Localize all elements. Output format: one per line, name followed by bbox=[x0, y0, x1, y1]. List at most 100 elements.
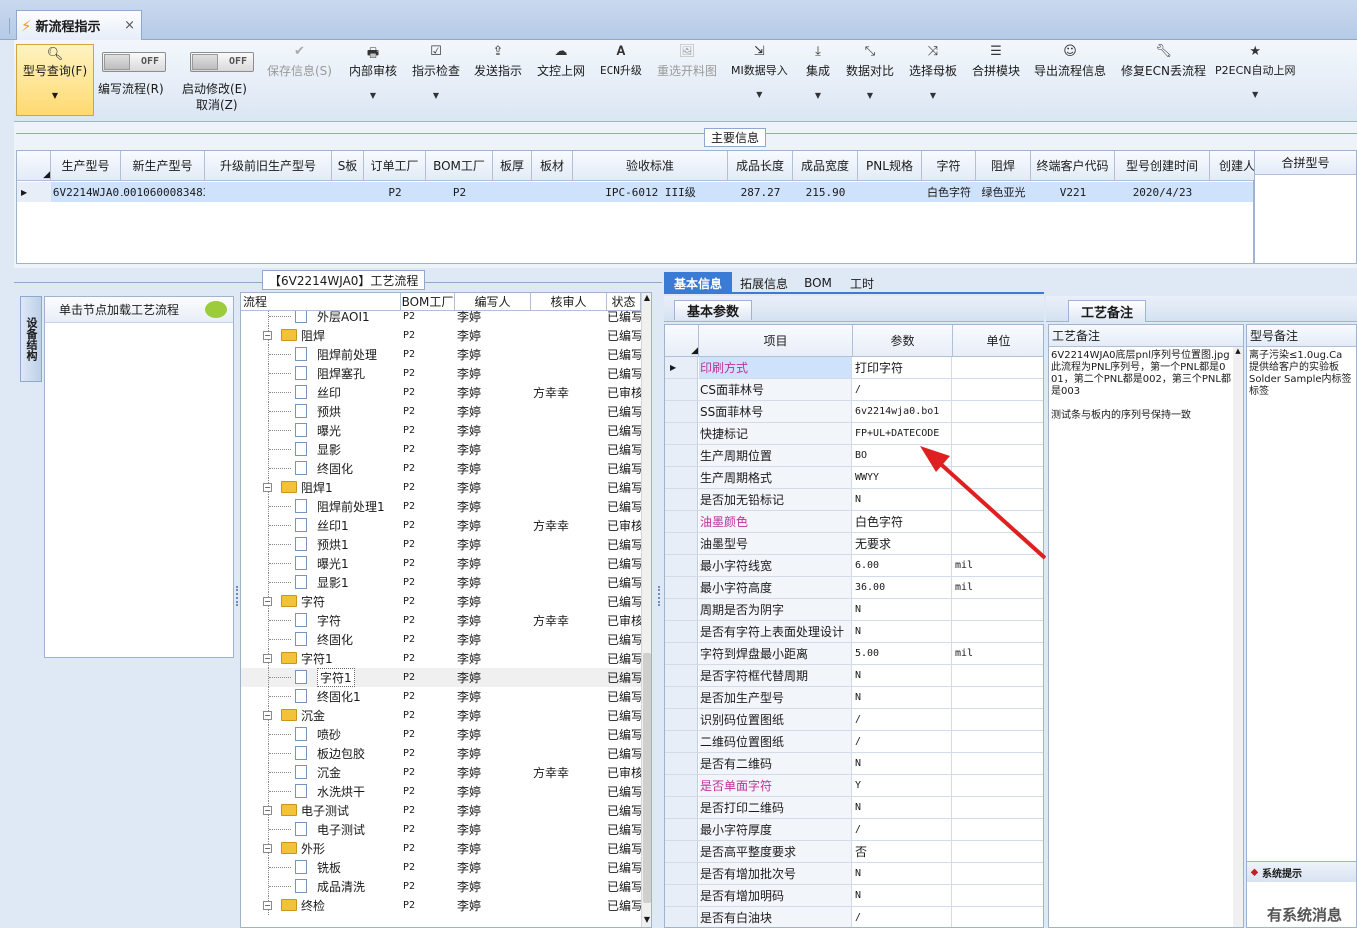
param-value[interactable]: / bbox=[853, 731, 952, 752]
table-row[interactable]: 阻焊前处理1 P2 李婷 已编写 bbox=[241, 497, 641, 516]
column-header[interactable]: BOM工厂 bbox=[401, 293, 455, 310]
table-row[interactable]: 曝光1 P2 李婷 已编写 bbox=[241, 554, 641, 573]
params-tab-0[interactable]: 基本信息 bbox=[664, 272, 732, 294]
table-row[interactable]: 阻焊塞孔 P2 李婷 已编写 bbox=[241, 364, 641, 383]
table-row[interactable]: 喷砂 P2 李婷 已编写 bbox=[241, 725, 641, 744]
column-header[interactable]: S板 bbox=[332, 151, 364, 180]
query-model-button[interactable]: 🔍︎ 型号查询(F) ▼ bbox=[16, 44, 94, 116]
column-header[interactable]: 新生产型号 bbox=[121, 151, 205, 180]
table-row[interactable]: − 字符 P2 李婷 已编写 bbox=[241, 592, 641, 611]
table-row[interactable]: 是否字符框代替周期 N bbox=[665, 665, 1043, 687]
table-row[interactable]: − 字符1 P2 李婷 已编写 bbox=[241, 649, 641, 668]
select-mother-board-button[interactable]: ⤨ 选择母板 ▼ bbox=[909, 44, 957, 100]
internal-review-button[interactable]: 🖶 内部审核 ▼ bbox=[349, 44, 397, 100]
param-value[interactable]: 5.00 bbox=[853, 643, 952, 664]
table-row[interactable]: 铣板 P2 李婷 已编写 bbox=[241, 858, 641, 877]
table-row[interactable]: 预烘1 P2 李婷 已编写 bbox=[241, 535, 641, 554]
start-modify-toggle[interactable]: OFF bbox=[190, 52, 254, 72]
table-row[interactable]: 字符1 P2 李婷 已编写 bbox=[241, 668, 641, 687]
table-row[interactable]: − 电子测试 P2 李婷 已编写 bbox=[241, 801, 641, 820]
table-row[interactable]: ▶ 6V2214WJA0 10010600083483 P2 P2 IPC-6012 II… bbox=[17, 182, 1253, 202]
collapse-node-icon[interactable]: − bbox=[263, 654, 272, 663]
table-row[interactable]: 是否高平整度要求否 bbox=[665, 841, 1043, 863]
column-header[interactable]: 验收标准 bbox=[573, 151, 728, 180]
table-row[interactable]: − 阻焊 P2 李婷 已编写 bbox=[241, 326, 641, 345]
repair-ecn-flow-button[interactable]: 🔧︎ 修复ECN丢流程 bbox=[1121, 44, 1206, 79]
table-row[interactable]: CS面菲林号 / bbox=[665, 379, 1043, 401]
param-value[interactable]: N bbox=[853, 797, 952, 818]
table-row[interactable]: 水洗烘干 P2 李婷 已编写 bbox=[241, 782, 641, 801]
integrate-button[interactable]: ⤓ 集成 ▼ bbox=[806, 44, 830, 100]
params-tab-2[interactable]: BOM bbox=[798, 272, 838, 294]
collapse-node-icon[interactable]: − bbox=[263, 483, 272, 492]
table-row[interactable]: 沉金 P2 李婷 方幸幸 已审核 bbox=[241, 763, 641, 782]
tab-new-flow-instruction[interactable]: ⚡ 新流程指示 × bbox=[16, 10, 142, 40]
collapse-node-icon[interactable]: − bbox=[263, 806, 272, 815]
table-row[interactable]: 是否打印二维码 N bbox=[665, 797, 1043, 819]
table-row[interactable]: − 阻焊1 P2 李婷 已编写 bbox=[241, 478, 641, 497]
param-value[interactable]: 否 bbox=[853, 841, 952, 862]
scrollbar-thumb[interactable] bbox=[643, 653, 651, 903]
close-tab-icon[interactable]: × bbox=[124, 18, 135, 33]
column-header[interactable]: 升级前旧生产型号 bbox=[205, 151, 332, 180]
scroll-down-icon[interactable]: ▼ bbox=[643, 915, 651, 927]
table-row[interactable]: 是否单面字符 Y bbox=[665, 775, 1043, 797]
param-value[interactable]: N bbox=[853, 599, 952, 620]
doc-upload-button[interactable]: ☁ 文控上网 bbox=[537, 44, 585, 79]
param-value[interactable]: N bbox=[853, 621, 952, 642]
table-row[interactable]: 字符 P2 李婷 方幸幸 已审核 bbox=[241, 611, 641, 630]
instruction-check-button[interactable]: ☑ 指示检查 ▼ bbox=[412, 44, 460, 100]
column-header[interactable]: 板厚 bbox=[493, 151, 532, 180]
params-tab-3[interactable]: 工时 bbox=[842, 272, 882, 294]
column-header[interactable]: 编写人 bbox=[455, 293, 531, 310]
table-row[interactable]: 阻焊前处理 P2 李婷 已编写 bbox=[241, 345, 641, 364]
table-row[interactable]: 终固化1 P2 李婷 已编写 bbox=[241, 687, 641, 706]
ecn-upgrade-button[interactable]: 𝐀 ECN升级 bbox=[600, 44, 642, 78]
column-header[interactable]: PNL规格 bbox=[858, 151, 922, 180]
param-value[interactable]: 打印字符 bbox=[853, 357, 952, 378]
process-notes-text[interactable]: 6V2214WJA0底层pnl序列号位置图.jpg 此流程为PNL序列号，第一个… bbox=[1051, 350, 1231, 422]
vertical-scrollbar[interactable]: ▲ ▼ bbox=[641, 293, 651, 927]
column-header[interactable]: 项目 bbox=[699, 325, 853, 356]
merge-module-button[interactable]: ☰ 合拼模块 bbox=[972, 44, 1020, 79]
param-value[interactable]: N bbox=[853, 687, 952, 708]
table-row[interactable]: 字符到焊盘最小距离 5.00 mil bbox=[665, 643, 1043, 665]
table-row[interactable]: 终固化 P2 李婷 已编写 bbox=[241, 459, 641, 478]
table-row[interactable]: 二维码位置图纸 / bbox=[665, 731, 1043, 753]
table-row[interactable]: 周期是否为阴字 N bbox=[665, 599, 1043, 621]
table-row[interactable]: SS面菲林号 6v2214wja0.bo1 bbox=[665, 401, 1043, 423]
param-value[interactable]: / bbox=[853, 379, 952, 400]
save-info-button[interactable]: ✔ 保存信息(S) bbox=[267, 44, 332, 79]
column-header[interactable]: BOM工厂 bbox=[426, 151, 493, 180]
collapse-node-icon[interactable]: − bbox=[263, 901, 272, 910]
table-row[interactable]: − 终检 P2 李婷 已编写 bbox=[241, 896, 641, 915]
column-header[interactable]: 成品长度 bbox=[728, 151, 793, 180]
process-notes-tab[interactable]: 工艺备注 bbox=[1068, 300, 1147, 322]
table-row[interactable]: 曝光 P2 李婷 已编写 bbox=[241, 421, 641, 440]
table-row[interactable]: 电子测试 P2 李婷 已编写 bbox=[241, 820, 641, 839]
reselect-cut-drawing-button[interactable]: 🖼︎ 重选开料图 bbox=[657, 44, 717, 79]
table-row[interactable]: 是否有二维码 N bbox=[665, 753, 1043, 775]
params-tab-1[interactable]: 拓展信息 bbox=[734, 272, 794, 294]
param-value[interactable]: / bbox=[853, 819, 952, 840]
p2ecn-auto-upload-button[interactable]: ★ P2ECN自动上网 ▼ bbox=[1215, 44, 1296, 99]
table-row[interactable]: ▶ 印刷方式 打印字符 bbox=[665, 357, 1043, 379]
column-header[interactable]: 参数 bbox=[853, 325, 953, 356]
collapse-node-icon[interactable]: − bbox=[263, 597, 272, 606]
table-row[interactable]: − 外形 P2 李婷 已编写 bbox=[241, 839, 641, 858]
write-flow-toggle[interactable]: OFF bbox=[102, 52, 166, 72]
system-popup[interactable]: ⬥ 系统提示 有系统消息 bbox=[1246, 861, 1357, 928]
column-header[interactable]: 阻焊 bbox=[976, 151, 1031, 180]
table-row[interactable]: 最小字符厚度 / bbox=[665, 819, 1043, 841]
table-row[interactable]: 最小字符高度 36.00 mil bbox=[665, 577, 1043, 599]
table-row[interactable]: 预烘 P2 李婷 已编写 bbox=[241, 402, 641, 421]
table-row[interactable]: 是否加生产型号 N bbox=[665, 687, 1043, 709]
table-row[interactable]: 外层AOI1 P2 李婷 已编写 bbox=[241, 311, 641, 326]
param-value[interactable]: 6v2214wja0.bo1 bbox=[853, 401, 952, 422]
column-header[interactable]: 状态 bbox=[607, 293, 641, 310]
model-notes-text[interactable]: 离子污染≤1.0ug.Ca 提供给客户的实验板 Solder Sample内标签… bbox=[1249, 350, 1356, 398]
device-structure-tab[interactable]: 设备结构 bbox=[20, 296, 42, 382]
collapse-node-icon[interactable]: − bbox=[263, 711, 272, 720]
table-row[interactable]: 是否有白油块 / bbox=[665, 907, 1043, 927]
basic-params-tab[interactable]: 基本参数 bbox=[674, 300, 753, 320]
